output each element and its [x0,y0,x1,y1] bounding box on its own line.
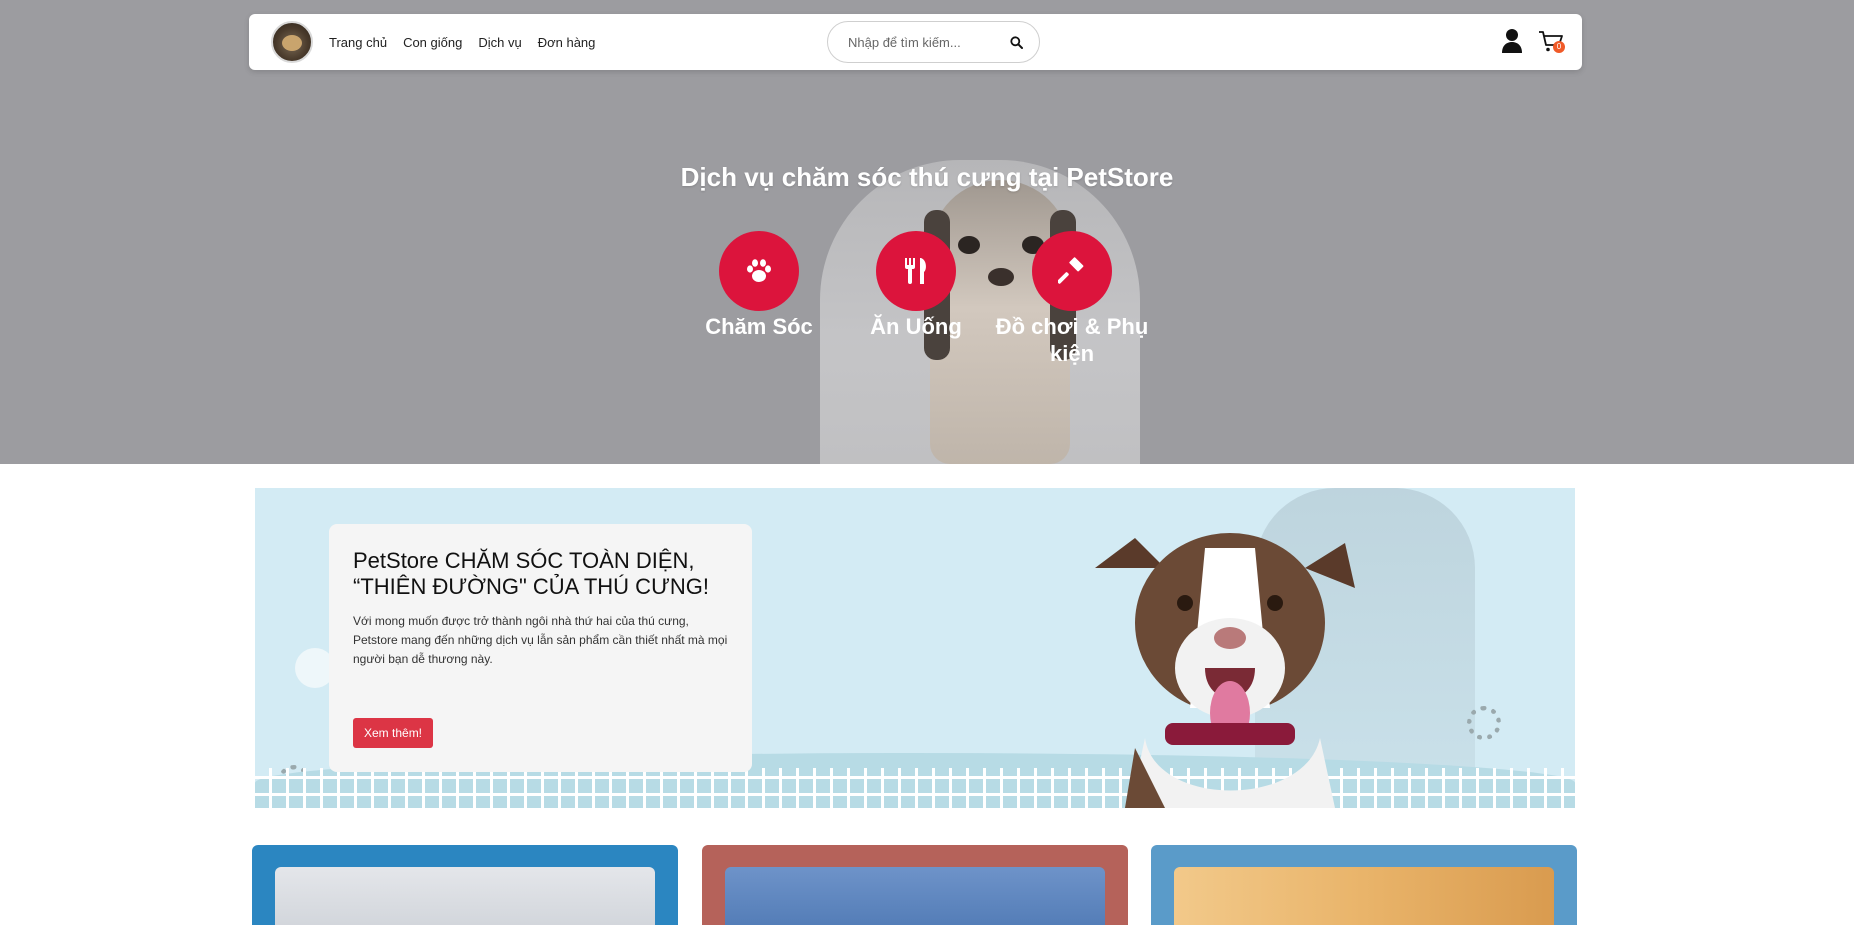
search-input[interactable] [848,34,998,50]
service-accessories[interactable]: Đồ chơi & Phụ kiện [992,231,1152,367]
promo-banner: PetStore CHĂM SÓC TOÀN DIỆN, “THIÊN ĐƯỜN… [255,488,1575,808]
search-icon [1009,35,1023,49]
service-food-button[interactable] [876,231,956,311]
service-card[interactable] [1151,845,1577,925]
hammer-icon [1058,257,1084,284]
service-care-button[interactable] [719,231,799,311]
cart-count-badge: 0 [1553,41,1565,53]
see-more-button[interactable]: Xem thêm! [353,718,434,748]
logo-avatar[interactable] [271,21,313,63]
hero-title: Dịch vụ chăm sóc thú cưng tại PetStore [680,162,1174,192]
service-card[interactable] [252,845,678,925]
banner-heading: PetStore CHĂM SÓC TOÀN DIỆN, “THIÊN ĐƯỜN… [353,548,709,599]
search-button[interactable] [1007,33,1025,51]
nav-link-services[interactable]: Dịch vụ [478,35,521,50]
utensils-icon [905,258,926,284]
nav-link-orders[interactable]: Đơn hàng [538,35,596,50]
card-image [275,867,655,925]
card-image [725,867,1105,925]
service-food[interactable]: Ăn Uống [836,231,996,340]
banner-card: PetStore CHĂM SÓC TOÀN DIỆN, “THIÊN ĐƯỜN… [329,524,752,772]
logo-dog-face [282,35,302,51]
service-accessories-label: Đồ chơi & Phụ kiện [995,314,1149,366]
service-card[interactable] [702,845,1128,925]
flower-decor [1467,706,1501,740]
service-care-label: Chăm Sóc [705,314,813,339]
search-box [827,21,1040,63]
banner-description: Với mong muốn được trở thành ngôi nhà th… [353,614,728,666]
paw-icon [747,259,771,282]
user-icon[interactable] [1501,28,1523,54]
service-care[interactable]: Chăm Sóc [679,231,839,340]
service-food-label: Ăn Uống [870,314,962,339]
nav-link-home[interactable]: Trang chủ [329,35,387,50]
service-accessories-button[interactable] [1032,231,1112,311]
card-image [1174,867,1554,925]
nav-links: Trang chủ Con giống Dịch vụ Đơn hàng [329,14,595,70]
navbar: Trang chủ Con giống Dịch vụ Đơn hàng 0 [249,14,1582,70]
banner-dog-image [1095,533,1355,808]
nav-link-breeds[interactable]: Con giống [403,35,462,50]
